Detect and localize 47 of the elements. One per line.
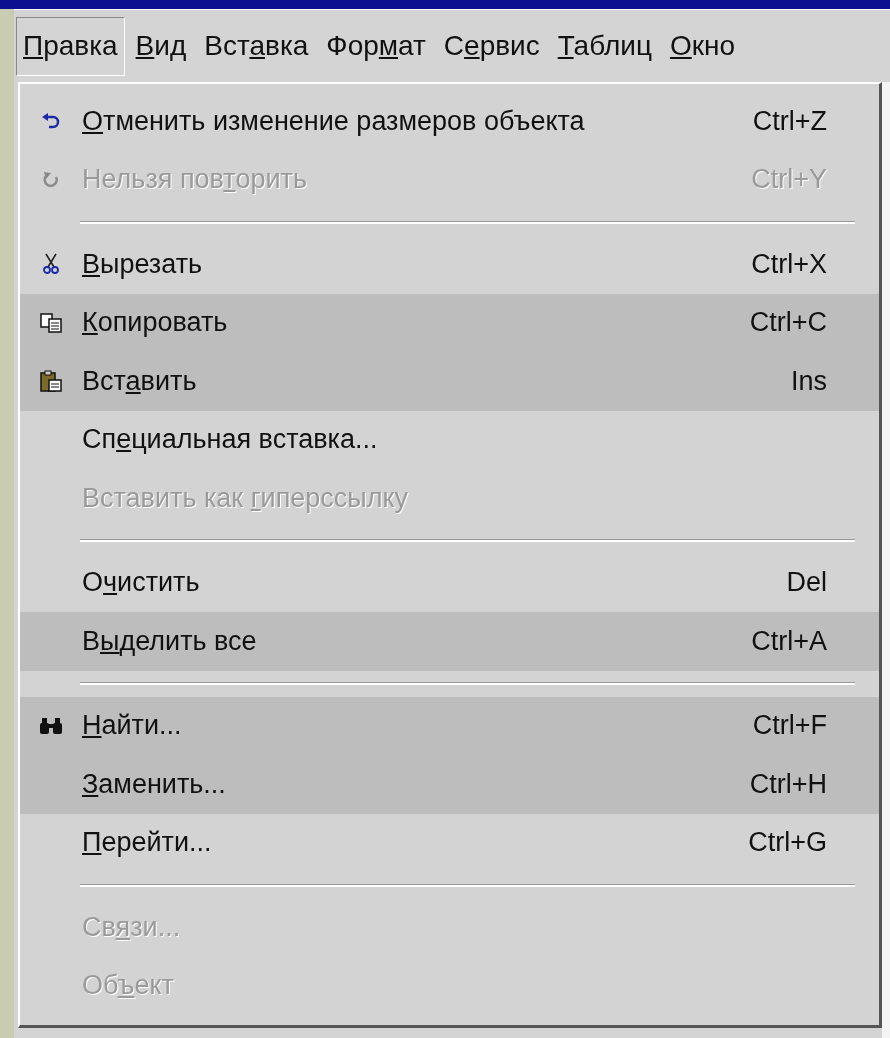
shortcut-label: Ctrl+A <box>751 625 827 657</box>
shortcut-label: Ctrl+G <box>748 827 827 859</box>
menu-bar-item[interactable]: Вставка <box>197 16 316 76</box>
undo-icon <box>41 113 61 130</box>
menu-bar-item[interactable]: Формат <box>319 16 433 76</box>
shortcut-label: Ins <box>790 365 827 397</box>
menu-item-label: Специальная вставка... <box>82 424 379 456</box>
menu-item-label: Вставить как гиперссылку <box>82 482 410 514</box>
menu-item[interactable]: Вставить Ins <box>20 352 879 411</box>
menu-bar-item[interactable]: Вид <box>128 16 194 76</box>
menu-item-label: Копировать <box>82 307 229 339</box>
binoculars-icon <box>39 716 63 735</box>
scissors-icon <box>43 253 59 276</box>
shortcut-label: Del <box>786 567 827 599</box>
menu-item[interactable]: Вырезать Ctrl+X <box>20 235 879 294</box>
menu-item-label: Вставить <box>82 365 198 397</box>
shortcut-label: Ctrl+C <box>749 307 827 339</box>
menu-item-label: Выделить все <box>82 625 258 657</box>
menu-item[interactable]: Перейти... Ctrl+G <box>20 813 879 872</box>
menu-item-label: Перейти... <box>82 827 213 859</box>
menu-bar-item[interactable]: Окно <box>662 16 743 76</box>
menu-item[interactable]: Заменить... Ctrl+H <box>20 755 879 814</box>
menu-item-label: Отменить изменение размеров объекта <box>82 105 586 137</box>
menu-item[interactable]: Отменить изменение размеров объекта Ctrl+Z <box>20 92 879 151</box>
menu-item-label: Связи... <box>82 911 182 943</box>
menu-item[interactable]: Копировать Ctrl+C <box>20 293 879 352</box>
menu-item-label: Вырезать <box>82 248 204 280</box>
shortcut-label: Ctrl+Z <box>752 105 827 137</box>
shortcut-label: Ctrl+H <box>749 768 827 800</box>
menu-bar-item[interactable]: Таблиц <box>550 16 659 76</box>
copy-icon <box>40 312 62 333</box>
menu-item-label: Объект <box>82 970 175 1002</box>
menu-bar-item[interactable]: Сервис <box>436 16 547 76</box>
menu-item[interactable]: Выделить все Ctrl+A <box>20 612 879 671</box>
menu-item-label: Нельзя повторить <box>82 164 308 196</box>
shortcut-label: Ctrl+X <box>751 248 827 280</box>
paste-icon <box>40 370 62 393</box>
menu-item[interactable]: Очистить Del <box>20 553 879 612</box>
menu-item-label: Заменить... <box>82 768 227 800</box>
menu-bar-item[interactable]: Правка <box>16 16 125 76</box>
menu-item[interactable]: Найти... Ctrl+F <box>20 696 879 755</box>
menu-item-label: Найти... <box>82 710 183 742</box>
redo-icon <box>42 170 60 189</box>
menu-item-label: Очистить <box>82 567 201 599</box>
menu-item[interactable]: Специальная вставка... <box>20 410 879 469</box>
shortcut-label: Ctrl+F <box>752 710 827 742</box>
shortcut-label: Ctrl+Y <box>751 164 827 196</box>
